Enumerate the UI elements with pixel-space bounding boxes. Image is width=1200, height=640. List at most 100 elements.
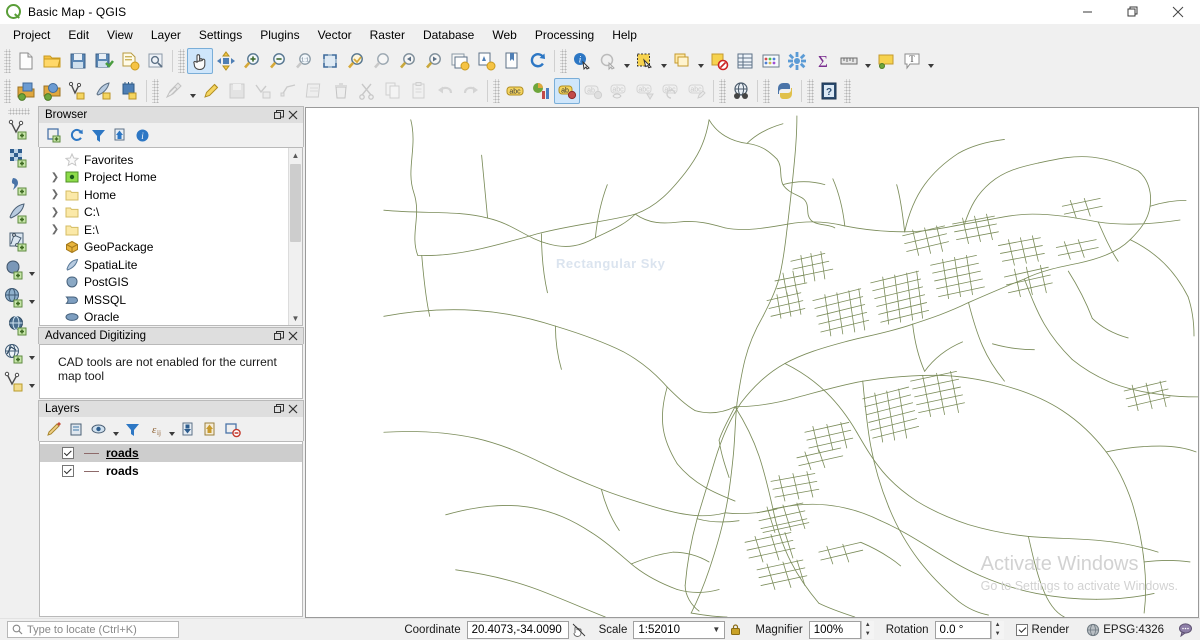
- help-contents-icon[interactable]: ?: [816, 78, 842, 104]
- menu-web[interactable]: Web: [483, 25, 525, 45]
- open-layer-styling-icon[interactable]: [44, 419, 65, 440]
- rotation-field[interactable]: 0.0 °: [934, 620, 991, 639]
- toggle-extents-icon[interactable]: [569, 623, 589, 637]
- chevron-down-icon[interactable]: [658, 48, 669, 74]
- enable-properties-widget-icon[interactable]: i: [132, 125, 153, 146]
- menu-settings[interactable]: Settings: [190, 25, 251, 45]
- layer-labeling-icon[interactable]: abc: [502, 78, 528, 104]
- add-mesh-layer-icon[interactable]: [6, 229, 32, 255]
- rotation-stepper[interactable]: ▲ ▼: [990, 620, 1004, 639]
- menu-edit[interactable]: Edit: [59, 25, 98, 45]
- toolbar-grip[interactable]: [178, 49, 185, 73]
- highlight-pinned-labels-icon[interactable]: ab: [554, 78, 580, 104]
- add-delimited-text-layer-icon[interactable]: [6, 173, 32, 199]
- toolbar-grip[interactable]: [493, 79, 500, 103]
- chevron-down-icon[interactable]: [621, 48, 632, 74]
- add-feature-icon[interactable]: [250, 78, 276, 104]
- browser-item-c-drive[interactable]: ❯ C:\: [40, 204, 302, 222]
- cut-features-icon[interactable]: [354, 78, 380, 104]
- messages-icon[interactable]: [1174, 622, 1196, 637]
- browser-item-postgis[interactable]: PostGIS: [40, 274, 302, 292]
- chevron-down-icon[interactable]: [28, 257, 37, 283]
- add-wfs-layer-icon[interactable]: [2, 341, 28, 367]
- chevron-down-icon[interactable]: [695, 48, 706, 74]
- lock-icon[interactable]: [725, 623, 745, 636]
- new-shapefile-layer-icon[interactable]: [65, 78, 91, 104]
- deselect-features-icon[interactable]: [706, 48, 732, 74]
- browser-item-geopackage[interactable]: GeoPackage: [40, 239, 302, 257]
- measure-line-icon[interactable]: [836, 48, 862, 74]
- text-annotation-icon[interactable]: T: [899, 48, 925, 74]
- menu-view[interactable]: View: [98, 25, 142, 45]
- chevron-down-icon[interactable]: [28, 285, 37, 311]
- add-vector-layer-icon[interactable]: [6, 117, 32, 143]
- redo-icon[interactable]: [458, 78, 484, 104]
- select-features-icon[interactable]: [632, 48, 658, 74]
- menu-database[interactable]: Database: [414, 25, 483, 45]
- chevron-down-icon[interactable]: [166, 419, 177, 440]
- browser-item-home[interactable]: ❯ Home: [40, 186, 302, 204]
- toggle-editing-icon[interactable]: [198, 78, 224, 104]
- layer-visibility-checkbox[interactable]: [62, 447, 74, 459]
- filter-browser-icon[interactable]: [88, 125, 109, 146]
- remove-layer-icon[interactable]: [222, 419, 243, 440]
- toolbar-grip[interactable]: [4, 79, 11, 103]
- coordinate-field[interactable]: 20.4073,-34.0090: [466, 620, 569, 639]
- add-wms-layer-icon[interactable]: [2, 285, 28, 311]
- new-memory-layer-icon[interactable]: [117, 78, 143, 104]
- new-project-icon[interactable]: [13, 48, 39, 74]
- zoom-full-icon[interactable]: [317, 48, 343, 74]
- bookmarks-icon[interactable]: [499, 48, 525, 74]
- toolbar-grip[interactable]: [8, 108, 30, 115]
- run-feature-action-icon[interactable]: [595, 48, 621, 74]
- zoom-to-layer-icon[interactable]: [369, 48, 395, 74]
- browser-close-button[interactable]: [286, 108, 300, 122]
- add-postgis-layer-icon[interactable]: [2, 257, 28, 283]
- field-calculator-icon[interactable]: [758, 48, 784, 74]
- new-spatialite-layer-icon[interactable]: [91, 78, 117, 104]
- pin-labels-icon[interactable]: ab: [580, 78, 606, 104]
- layers-float-button[interactable]: [272, 402, 286, 416]
- stepper-up-icon[interactable]: ▲: [862, 621, 874, 630]
- python-console-icon[interactable]: [772, 78, 798, 104]
- select-by-value-icon[interactable]: [669, 48, 695, 74]
- toolbar-grip[interactable]: [560, 49, 567, 73]
- advanced-digitizing-float-button[interactable]: [272, 329, 286, 343]
- maximize-restore-button[interactable]: [1110, 0, 1155, 24]
- collapse-all-icon[interactable]: [200, 419, 221, 440]
- add-wcs-layer-icon[interactable]: [6, 313, 32, 339]
- map-canvas[interactable]: Rectangular Sky Activate Windows Go to S…: [305, 107, 1199, 618]
- vertex-tool-icon[interactable]: [276, 78, 302, 104]
- minimize-button[interactable]: [1065, 0, 1110, 24]
- add-spatialite-layer-icon[interactable]: [6, 201, 32, 227]
- change-label-icon[interactable]: abc: [684, 78, 710, 104]
- chevron-right-icon[interactable]: ❯: [48, 172, 62, 183]
- refresh-icon[interactable]: [66, 125, 87, 146]
- browser-float-button[interactable]: [272, 108, 286, 122]
- new-print-layout-icon[interactable]: [117, 48, 143, 74]
- browser-item-spatialite[interactable]: SpatiaLite: [40, 256, 302, 274]
- pan-map-icon[interactable]: [187, 48, 213, 74]
- add-selected-layers-icon[interactable]: [44, 125, 65, 146]
- toolbar-grip[interactable]: [719, 79, 726, 103]
- open-attribute-table-icon[interactable]: [732, 48, 758, 74]
- refresh-icon[interactable]: [525, 48, 551, 74]
- pan-to-selection-icon[interactable]: [213, 48, 239, 74]
- add-vector-layer-icon[interactable]: [39, 78, 65, 104]
- layer-row[interactable]: roads: [40, 462, 302, 480]
- menu-plugins[interactable]: Plugins: [251, 25, 308, 45]
- render-group[interactable]: Render: [1015, 623, 1069, 636]
- scroll-thumb[interactable]: [289, 164, 301, 242]
- zoom-next-icon[interactable]: [421, 48, 447, 74]
- render-checkbox[interactable]: [1015, 623, 1028, 636]
- statistical-summary-icon[interactable]: Σ: [810, 48, 836, 74]
- layer-diagram-icon[interactable]: [528, 78, 554, 104]
- expression-filter-icon[interactable]: ε ij: [144, 419, 165, 440]
- toolbar-grip[interactable]: [807, 79, 814, 103]
- layer-visibility-checkbox[interactable]: [62, 465, 74, 477]
- browser-item-e-drive[interactable]: ❯ E:\: [40, 221, 302, 239]
- manage-map-themes-icon[interactable]: [88, 419, 109, 440]
- open-project-icon[interactable]: [39, 48, 65, 74]
- layout-manager-icon[interactable]: [143, 48, 169, 74]
- show-hide-labels-icon[interactable]: abc: [606, 78, 632, 104]
